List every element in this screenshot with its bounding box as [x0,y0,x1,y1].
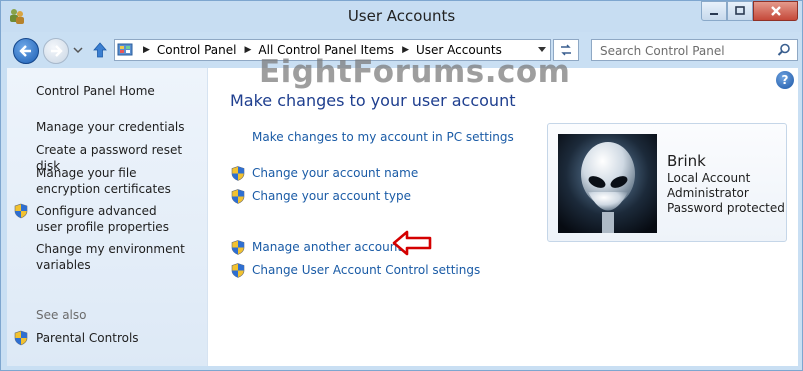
advanced-profile-link[interactable]: Configure advanced user profile properti… [36,203,186,235]
address-bar[interactable]: ▶ Control Panel ▶ All Control Panel Item… [114,39,551,61]
help-icon[interactable]: ? [776,71,794,89]
address-dropdown-icon[interactable] [538,47,546,52]
uac-shield-icon [231,240,245,255]
page-title: Make changes to your user account [230,91,516,110]
minimize-icon [710,13,718,15]
navigation-bar: ▶ Control Panel ▶ All Control Panel Item… [1,32,802,68]
control-panel-home-link[interactable]: Control Panel Home [36,83,155,99]
uac-shield-icon [14,203,28,219]
environment-variables-link[interactable]: Change my environment variables [36,241,186,273]
user-accounts-window: User Accounts ▶ Control Panel ▶ All Cont… [0,0,803,371]
left-navigation-pane: Control Panel Home Manage your credentia… [7,68,208,366]
refresh-icon [561,44,571,56]
user-name: Brink [667,152,706,170]
recent-pages-dropdown[interactable] [73,45,83,55]
breadcrumb-separator-icon: ▶ [143,45,150,55]
breadcrumb-control-panel[interactable]: Control Panel [157,43,237,57]
uac-shield-icon [231,166,245,181]
breadcrumb-all-items[interactable]: All Control Panel Items [258,43,394,57]
breadcrumb-separator-icon: ▶ [402,45,409,55]
manage-another-account-link[interactable]: Manage another account [252,240,402,254]
up-arrow-icon[interactable] [91,41,109,59]
back-button[interactable] [13,38,39,64]
back-arrow-icon [19,45,31,57]
uac-shield-icon [14,330,28,346]
maximize-button[interactable] [727,1,753,21]
close-icon [770,6,781,16]
search-icon[interactable] [777,43,791,57]
red-pointer-arrow-icon [392,230,432,256]
minimize-button[interactable] [701,1,727,21]
manage-credentials-link[interactable]: Manage your credentials [36,119,196,135]
content-area: Control Panel Home Manage your credentia… [7,68,798,366]
window-title: User Accounts [347,7,456,25]
forward-button[interactable] [43,38,69,64]
see-also-heading: See also [36,308,87,322]
password-state: Password protected [667,201,785,215]
alien-avatar [558,134,657,233]
file-encryption-link[interactable]: Manage your file encryption certificates [36,165,196,197]
refresh-button[interactable] [553,39,579,61]
control-panel-icon [117,43,133,56]
title-bar: User Accounts [1,1,802,32]
parental-controls-link[interactable]: Parental Controls [36,330,139,346]
user-account-card: Brink Local Account Administrator Passwo… [547,123,787,242]
change-account-type-link[interactable]: Change your account type [252,189,411,203]
account-role: Administrator [667,186,749,200]
pc-settings-link[interactable]: Make changes to my account in PC setting… [252,130,514,144]
search-input[interactable] [598,41,772,61]
close-button[interactable] [753,1,798,21]
account-kind: Local Account [667,171,751,185]
search-box[interactable] [591,39,798,61]
uac-shield-icon [231,263,245,278]
breadcrumb-user-accounts[interactable]: User Accounts [416,43,502,57]
change-account-name-link[interactable]: Change your account name [252,166,418,180]
maximize-icon [735,6,745,15]
uac-settings-link[interactable]: Change User Account Control settings [252,263,480,277]
breadcrumb-separator-icon: ▶ [244,45,252,55]
forward-arrow-icon [51,45,63,57]
uac-shield-icon [231,189,245,204]
